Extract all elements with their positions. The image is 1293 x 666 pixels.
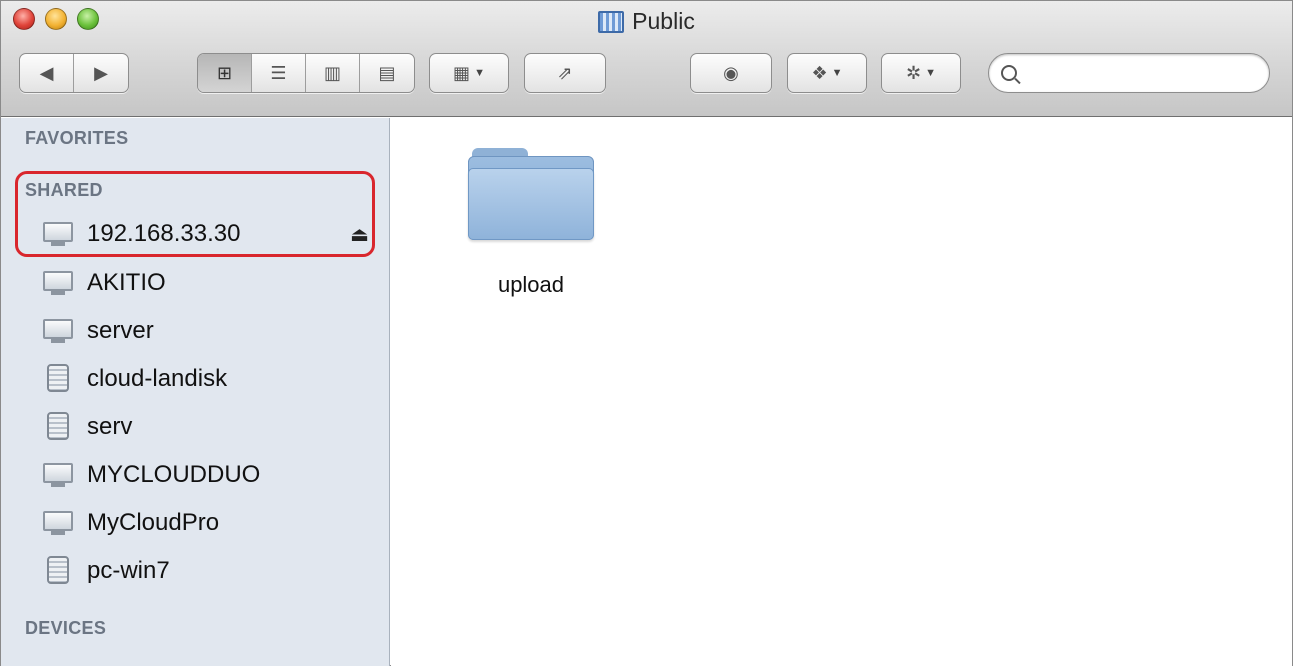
sidebar-item-label: pc-win7 — [87, 557, 170, 584]
arrange-control: ▦ ▼ — [429, 53, 509, 93]
chevron-down-icon: ▼ — [474, 67, 485, 79]
dropbox-control: ❖ ▼ — [787, 53, 867, 93]
sidebar-item-pc-win7[interactable]: pc-win7 — [41, 549, 377, 593]
search-icon — [1001, 65, 1017, 81]
monitor-icon — [41, 461, 75, 489]
back-forward-control: ◀ ▶ — [19, 53, 129, 93]
action-button[interactable]: ✲ ▼ — [882, 54, 960, 92]
sidebar-item-label: serv — [87, 413, 133, 440]
monitor-icon — [41, 220, 75, 248]
arrange-button[interactable]: ▦ ▼ — [430, 54, 508, 92]
forward-button[interactable]: ▶ — [74, 54, 128, 92]
pc-tower-icon — [41, 363, 75, 395]
share-icon: ⇗ — [557, 62, 573, 83]
sidebar-item-192-168-33-30[interactable]: 192.168.33.30 ⏏ — [41, 212, 377, 256]
search-input[interactable] — [1027, 62, 1257, 84]
eject-icon[interactable]: ⏏ — [350, 222, 369, 247]
folder-icon — [468, 148, 594, 242]
dropbox-button[interactable]: ❖ ▼ — [788, 54, 866, 92]
chevron-down-icon: ▼ — [831, 67, 843, 79]
dropbox-icon: ❖ — [811, 62, 828, 83]
column-view-icon: ▥ — [323, 62, 341, 83]
favorites-heading[interactable]: FAVORITES — [25, 128, 128, 149]
back-arrow-icon: ◀ — [39, 62, 54, 83]
sidebar-item-mycloudpro[interactable]: MyCloudPro — [41, 501, 377, 545]
sidebar-item-cloud-landisk[interactable]: cloud-landisk — [41, 357, 377, 401]
folder-label: upload — [497, 272, 565, 297]
window-title-bar: Public — [1, 8, 1292, 35]
forward-arrow-icon: ▶ — [94, 62, 108, 83]
sidebar-item-label: cloud-landisk — [87, 365, 228, 392]
pc-tower-icon — [41, 411, 75, 443]
network-share-icon — [598, 10, 625, 33]
sidebar-item-label: AKITIO — [87, 269, 166, 296]
sidebar-item-myclouduo[interactable]: MYCLOUDDUO — [41, 453, 377, 497]
shared-heading[interactable]: SHARED — [25, 180, 103, 201]
sidebar-item-akitio[interactable]: AKITIO — [41, 261, 377, 305]
cover-flow-view-button[interactable]: ▤ — [360, 54, 414, 92]
monitor-icon — [41, 269, 75, 297]
devices-heading[interactable]: DEVICES — [25, 618, 106, 639]
folder-item-upload[interactable]: upload — [467, 148, 595, 298]
sidebar-item-label: MYCLOUDDUO — [87, 461, 261, 488]
sidebar-item-label: server — [87, 317, 154, 344]
back-button[interactable]: ◀ — [20, 54, 75, 92]
list-view-button[interactable]: ☰ — [252, 54, 306, 92]
share-button[interactable]: ⇗ — [525, 54, 605, 92]
view-mode-control: ⊞ ☰ ▥ ▤ — [197, 53, 415, 93]
eye-icon: ◉ — [723, 62, 739, 83]
title-toolbar-area: Public ◀ ▶ ⊞ ☰ ▥ ▤ ▦ ▼ ⇗ ◉ ❖ ▼ ✲ ▼ — [1, 1, 1292, 117]
share-control: ⇗ — [524, 53, 606, 93]
pc-tower-icon — [41, 555, 75, 587]
monitor-icon — [41, 509, 75, 537]
icon-view-icon: ⊞ — [216, 62, 233, 83]
column-view-button[interactable]: ▥ — [306, 54, 360, 92]
chevron-down-icon: ▼ — [925, 67, 936, 79]
gear-icon: ✲ — [906, 62, 922, 83]
sidebar-item-label: MyCloudPro — [87, 509, 220, 536]
sidebar-item-serv[interactable]: serv — [41, 405, 377, 449]
sidebar-item-server[interactable]: server — [41, 309, 377, 353]
sidebar-item-label: 192.168.33.30 — [87, 220, 241, 247]
list-view-icon: ☰ — [270, 62, 287, 83]
icon-view-button[interactable]: ⊞ — [198, 54, 252, 92]
window-title: Public — [632, 8, 695, 34]
cover-flow-icon: ▤ — [378, 62, 396, 83]
search-field[interactable] — [988, 53, 1270, 93]
file-browser-pane: upload — [391, 118, 1292, 666]
quick-look-button[interactable]: ◉ — [691, 54, 771, 92]
finder-window: Public ◀ ▶ ⊞ ☰ ▥ ▤ ▦ ▼ ⇗ ◉ ❖ ▼ ✲ ▼ FAVOR… — [0, 0, 1293, 666]
sidebar: FAVORITES SHARED 192.168.33.30 ⏏ AKITIO … — [1, 118, 390, 666]
quicklook-control: ◉ — [690, 53, 772, 93]
monitor-icon — [41, 317, 75, 345]
action-control: ✲ ▼ — [881, 53, 961, 93]
arrange-grid-icon: ▦ — [453, 62, 471, 83]
